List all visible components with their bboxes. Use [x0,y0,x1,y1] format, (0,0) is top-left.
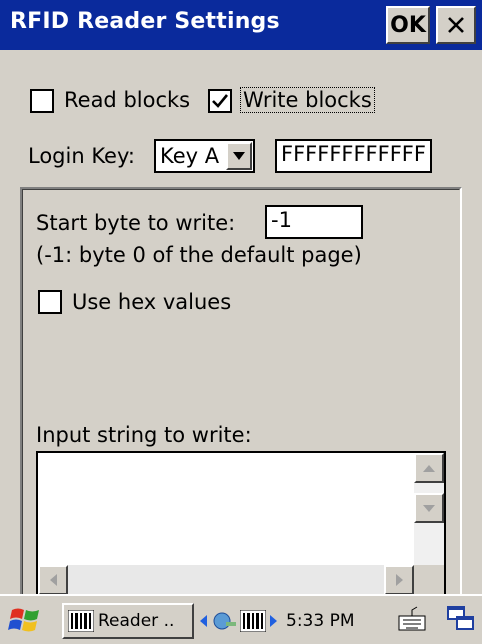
taskbar: Reader .. 5:33 PM [0,594,482,644]
keyboard-icon [398,606,426,631]
start-byte-label: Start byte to write: [36,211,236,235]
switch-windows-icon [447,606,474,630]
arrow-left-icon [200,615,207,627]
ok-button[interactable]: OK [386,6,430,44]
barcode-icon [68,610,94,632]
start-button[interactable] [8,604,42,636]
window-title: RFID Reader Settings [10,9,280,34]
use-hex-checkbox[interactable] [38,290,62,314]
write-blocks-checkbox[interactable] [208,89,232,113]
use-hex-label[interactable]: Use hex values [72,290,231,314]
login-key-input[interactable]: FFFFFFFFFFFF [275,139,432,173]
scrollbar-corner [414,565,444,595]
key-type-value: Key A [160,144,220,168]
network-icon[interactable] [212,611,236,631]
checkmark-icon [212,94,229,108]
read-blocks-label[interactable]: Read blocks [64,88,190,112]
horizontal-scrollbar[interactable] [38,565,414,595]
arrow-up-icon [423,464,435,472]
barcode-icon[interactable] [240,610,266,632]
start-byte-input[interactable]: -1 [265,205,363,239]
scroll-right-button[interactable] [384,565,414,595]
system-tray: 5:33 PM [200,602,355,640]
chevron-down-icon [233,152,245,160]
keyboard-button[interactable] [397,604,427,634]
title-bar: RFID Reader Settings OK [0,0,482,50]
scroll-up-button[interactable] [414,453,444,483]
scroll-left-button[interactable] [38,565,68,595]
input-string-textarea[interactable] [36,451,446,597]
taskbar-reader-button[interactable]: Reader .. [62,603,194,639]
windows-flag-icon [8,608,39,632]
scroll-down-button[interactable] [414,493,444,523]
dropdown-button[interactable] [226,142,252,170]
arrow-right-icon [395,574,403,586]
read-blocks-checkbox[interactable] [30,89,54,113]
close-icon [448,17,464,33]
taskbar-reader-label: Reader .. [98,611,175,631]
vertical-scrollbar[interactable] [414,453,444,565]
close-button[interactable] [436,6,476,44]
start-byte-hint: (-1: byte 0 of the default page) [36,243,362,267]
input-string-label: Input string to write: [36,423,252,447]
arrow-down-icon [423,504,435,512]
arrow-right-icon [270,615,277,627]
switch-windows-button[interactable] [446,604,476,634]
clock[interactable]: 5:33 PM [286,611,355,631]
login-key-label: Login Key: [28,144,135,168]
key-type-select[interactable]: Key A [154,139,255,173]
write-blocks-label[interactable]: Write blocks [240,87,375,113]
arrow-left-icon [49,574,57,586]
